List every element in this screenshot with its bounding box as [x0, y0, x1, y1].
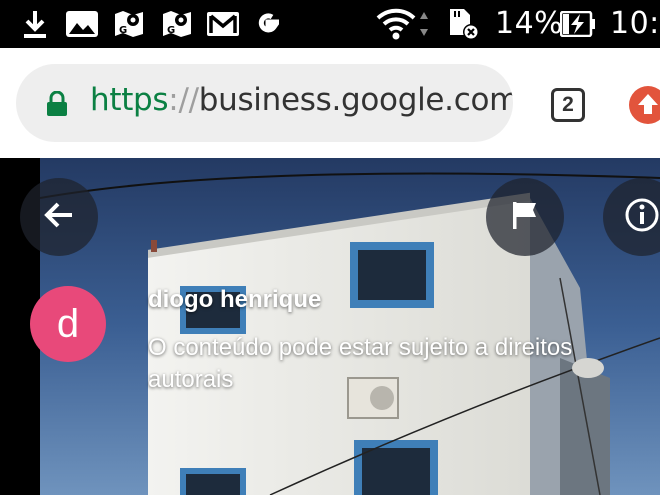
url-host: business.google.com/	[198, 82, 513, 118]
battery-charging-icon	[560, 8, 596, 40]
report-button[interactable]	[486, 178, 564, 256]
avatar[interactable]: d	[30, 286, 106, 362]
photo-viewer[interactable]: d diogo henrique O conteúdo pode estar s…	[0, 158, 660, 495]
gmail-icon	[206, 8, 240, 40]
url-scheme: https	[90, 82, 169, 118]
update-icon[interactable]	[629, 86, 660, 124]
url-text: https://business.google.com/	[90, 82, 513, 118]
data-arrows-icon	[418, 8, 430, 40]
back-button[interactable]	[20, 178, 98, 256]
status-bar: G G 14% 10:5	[0, 0, 660, 48]
author-name[interactable]: diogo henrique	[148, 286, 321, 314]
url-bar[interactable]: https://business.google.com/	[16, 64, 513, 142]
maps-icon: G	[160, 8, 194, 40]
info-icon	[624, 197, 660, 238]
browser-toolbar: https://business.google.com/ 2	[0, 48, 660, 158]
svg-text:G: G	[167, 25, 175, 36]
flag-icon	[510, 199, 540, 236]
image-icon	[64, 8, 100, 40]
clock: 10:5	[610, 6, 660, 41]
google-icon	[252, 8, 284, 40]
arrow-back-icon	[42, 198, 76, 237]
download-icon	[20, 8, 50, 40]
copyright-notice: O conteúdo pode estar sujeito a direitos…	[148, 334, 573, 393]
url-separator: ://	[168, 82, 199, 118]
wifi-icon	[376, 8, 416, 40]
maps-icon: G	[112, 8, 146, 40]
svg-text:G: G	[119, 25, 127, 36]
battery-percent: 14%	[495, 6, 564, 41]
sd-card-icon	[446, 8, 480, 40]
building-photo	[40, 158, 660, 495]
lock-icon	[46, 90, 68, 122]
tab-switcher-button[interactable]: 2	[551, 88, 585, 122]
